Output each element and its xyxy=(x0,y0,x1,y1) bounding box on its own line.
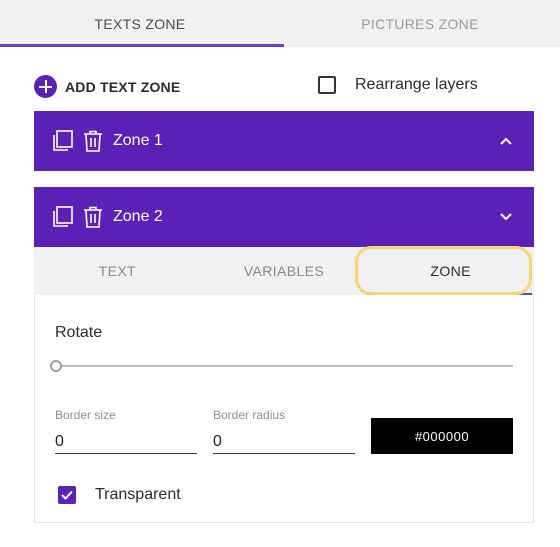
rearrange-layers-row: Rearrange layers xyxy=(318,76,478,94)
rotate-label: Rotate xyxy=(55,324,103,341)
border-radius-label: Border radius xyxy=(213,408,286,422)
color-picker-button[interactable]: #000000 xyxy=(371,418,513,454)
copy-icon[interactable] xyxy=(50,128,76,154)
rearrange-layers-checkbox[interactable] xyxy=(318,76,336,94)
border-size-input[interactable] xyxy=(55,430,197,454)
rearrange-layers-label: Rearrange layers xyxy=(355,76,478,93)
tab-pictures-zone[interactable]: PICTURES ZONE xyxy=(280,0,560,47)
sub-tab-text[interactable]: TEXT xyxy=(34,247,201,295)
zone-1-header[interactable]: Zone 1 xyxy=(34,111,534,171)
sub-tab-indicator xyxy=(367,293,532,295)
top-tab-bar: TEXTS ZONE PICTURES ZONE xyxy=(0,0,560,47)
border-size-label: Border size xyxy=(55,408,116,422)
sub-tab-variables[interactable]: VARIABLES xyxy=(201,247,368,295)
add-text-zone-button[interactable]: ADD TEXT ZONE xyxy=(34,75,180,98)
add-circle-icon xyxy=(34,75,57,98)
zone-2-title: Zone 2 xyxy=(113,208,163,225)
transparent-label: Transparent xyxy=(95,486,181,503)
trash-icon[interactable] xyxy=(80,128,106,154)
chevron-down-icon[interactable] xyxy=(498,209,514,225)
chevron-up-icon[interactable] xyxy=(498,133,514,149)
border-radius-field: Border radius xyxy=(213,408,355,454)
checkmark-icon xyxy=(61,490,73,500)
add-text-zone-label: ADD TEXT ZONE xyxy=(65,78,181,95)
active-tab-indicator xyxy=(0,44,284,47)
rotate-slider-track[interactable] xyxy=(55,365,513,367)
copy-icon[interactable] xyxy=(50,204,76,230)
border-radius-input[interactable] xyxy=(213,430,355,454)
zone-sub-tab-bar: TEXT VARIABLES ZONE xyxy=(34,247,534,295)
zone-2-header[interactable]: Zone 2 xyxy=(34,187,534,247)
tab-texts-zone[interactable]: TEXTS ZONE xyxy=(0,0,280,47)
transparent-checkbox[interactable] xyxy=(58,486,76,504)
border-size-field: Border size xyxy=(55,408,197,454)
rotate-slider-thumb[interactable] xyxy=(50,360,62,372)
sub-tab-zone[interactable]: ZONE xyxy=(367,247,534,295)
transparent-row: Transparent xyxy=(58,486,181,504)
trash-icon[interactable] xyxy=(80,204,106,230)
zone-1-title: Zone 1 xyxy=(113,132,163,149)
